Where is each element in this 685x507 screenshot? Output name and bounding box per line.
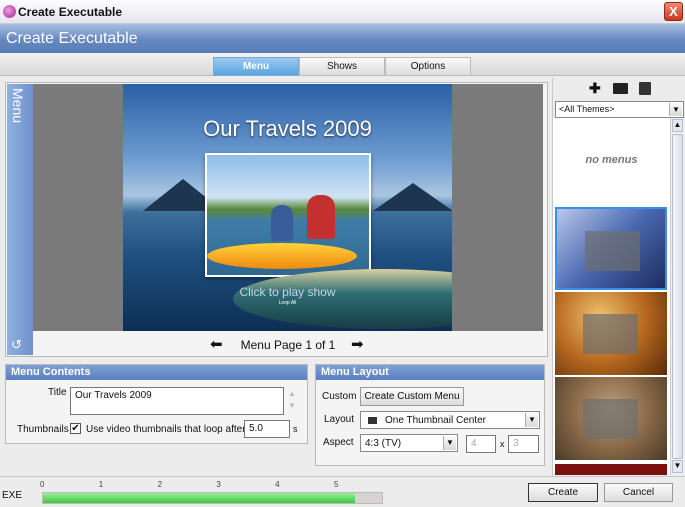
aspect-label: Aspect: [323, 437, 354, 448]
tab-options[interactable]: Options: [385, 57, 471, 76]
menu-contents-group: Menu Contents Title Our Travels 2009 ▲ ▼ …: [5, 364, 308, 444]
folder-open-icon[interactable]: [613, 83, 628, 94]
theme-thumbnail[interactable]: [555, 377, 667, 460]
loop-seconds-input[interactable]: 5.0: [244, 420, 290, 438]
chevron-down-icon[interactable]: ▼: [443, 436, 456, 450]
tick-label: 2: [157, 480, 163, 489]
page-header: Create Executable: [0, 24, 685, 53]
tab-strip: Menu Shows Options: [0, 53, 685, 76]
side-tab-label: Menu: [10, 88, 26, 124]
scrollbar-thumb[interactable]: [672, 134, 683, 459]
scroll-up-icon[interactable]: ▲: [672, 119, 683, 132]
custom-label: Custom: [322, 391, 357, 402]
window-title: Create Executable: [18, 5, 123, 19]
chevron-down-icon[interactable]: ▼: [669, 103, 682, 116]
empty-text: no menus: [585, 154, 638, 166]
page-label: Menu Page 1 of 1: [240, 338, 336, 352]
scroll-down-icon[interactable]: ▼: [672, 460, 683, 473]
theme-thumbnail[interactable]: [555, 464, 667, 475]
title-spinner[interactable]: ▲ ▼: [286, 388, 298, 414]
aspect-dropdown[interactable]: 4:3 (TV) ▼: [360, 434, 458, 452]
cancel-button[interactable]: Cancel: [604, 483, 673, 502]
tab-menu[interactable]: Menu: [213, 57, 299, 76]
layout-dropdown[interactable]: One Thumbnail Center ▼: [360, 411, 540, 429]
title-input[interactable]: Our Travels 2009: [70, 387, 284, 415]
video-thumbnails-label: Use video thumbnails that loop after: [86, 424, 246, 435]
progress-fill: [43, 493, 355, 503]
plus-icon[interactable]: ✚: [589, 80, 601, 97]
next-page-arrow-icon[interactable]: ➡: [351, 335, 364, 353]
tab-shows[interactable]: Shows: [299, 57, 385, 76]
preview-title: Our Travels 2009: [203, 116, 372, 141]
size-progress-bar: [42, 492, 383, 504]
tick-label: 0: [40, 480, 45, 489]
tick-label: 1: [98, 480, 104, 489]
tick-label: 3: [216, 480, 221, 489]
theme-filter-value: <All Themes>: [559, 104, 615, 114]
prev-page-arrow-icon[interactable]: ⬅: [210, 335, 223, 353]
refresh-icon[interactable]: ↺: [11, 337, 22, 353]
aspect-width-input[interactable]: 4: [466, 435, 496, 453]
show-thumbnail[interactable]: [205, 153, 371, 277]
footer-divider: [0, 476, 685, 477]
play-show-text[interactable]: Click to play show: [123, 285, 452, 299]
menu-contents-header: Menu Contents: [6, 365, 307, 380]
seconds-unit: s: [293, 424, 298, 434]
create-button[interactable]: Create: [528, 483, 598, 502]
aspect-height-input[interactable]: 3: [508, 435, 539, 453]
loop-text: Loop All: [278, 300, 297, 306]
save-icon[interactable]: [639, 82, 651, 95]
menu-preview-image[interactable]: Our Travels 2009 Click to play show Loop…: [123, 84, 452, 331]
menu-layout-header: Menu Layout: [316, 365, 544, 380]
thumbnails-label: Thumbnails: [17, 424, 69, 435]
menu-layout-group: Menu Layout Custom Create Custom Menu La…: [315, 364, 545, 466]
close-button[interactable]: X: [664, 2, 683, 21]
layout-value: One Thumbnail Center: [385, 415, 486, 426]
title-label: Title: [48, 387, 67, 398]
app-icon: [3, 5, 16, 18]
theme-list: no menus: [553, 118, 670, 475]
theme-list-scrollbar[interactable]: ▲ ▼: [670, 118, 684, 475]
aspect-value: 4:3 (TV): [365, 438, 402, 449]
video-thumbnails-checkbox[interactable]: ✔: [70, 423, 81, 434]
side-tab-menu[interactable]: Menu: [7, 84, 33, 355]
page-navigation: Menu Page 1 of 1 ⬅ ➡: [33, 333, 543, 355]
tick-label: 4: [275, 480, 280, 489]
title-bar: Create Executable X: [0, 0, 685, 24]
chevron-down-icon[interactable]: ▼: [525, 413, 538, 427]
theme-filter-dropdown[interactable]: <All Themes> ▼: [555, 101, 684, 118]
theme-thumbnail[interactable]: [555, 207, 667, 290]
layout-label: Layout: [324, 414, 355, 425]
create-custom-menu-button[interactable]: Create Custom Menu: [360, 387, 464, 406]
exe-label: EXE: [2, 490, 23, 501]
aspect-x-label: x: [500, 439, 505, 449]
theme-thumbnail[interactable]: [555, 292, 667, 375]
layout-thumbnail-icon: [368, 417, 377, 424]
tick-label: 5: [333, 480, 339, 489]
